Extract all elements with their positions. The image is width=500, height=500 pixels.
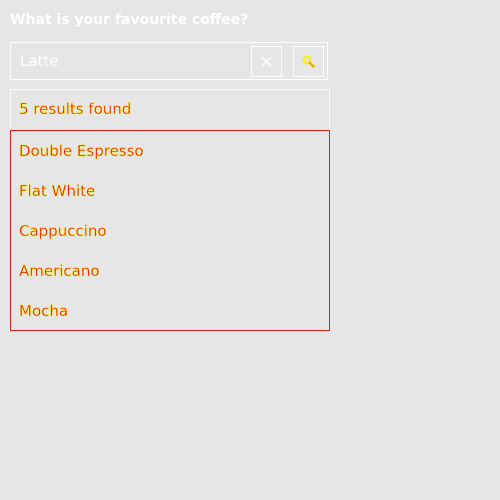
list-item[interactable]: Cappuccino <box>11 211 329 251</box>
list-item[interactable]: Mocha <box>11 291 329 331</box>
question-label: What is your favourite coffee? <box>10 12 249 28</box>
list-item[interactable]: Americano <box>11 251 329 291</box>
results-count: 5 results found <box>19 100 132 118</box>
search-button[interactable] <box>293 46 324 77</box>
close-icon <box>261 56 272 67</box>
search-box <box>10 42 328 80</box>
list-item[interactable]: Double Espresso <box>11 131 329 171</box>
status-box: 5 results found <box>10 89 330 130</box>
results-list: Double Espresso Flat White Cappuccino Am… <box>10 130 330 331</box>
search-icon <box>302 55 315 68</box>
list-item[interactable]: Flat White <box>11 171 329 211</box>
clear-button[interactable] <box>251 46 282 77</box>
search-input[interactable] <box>11 43 247 79</box>
